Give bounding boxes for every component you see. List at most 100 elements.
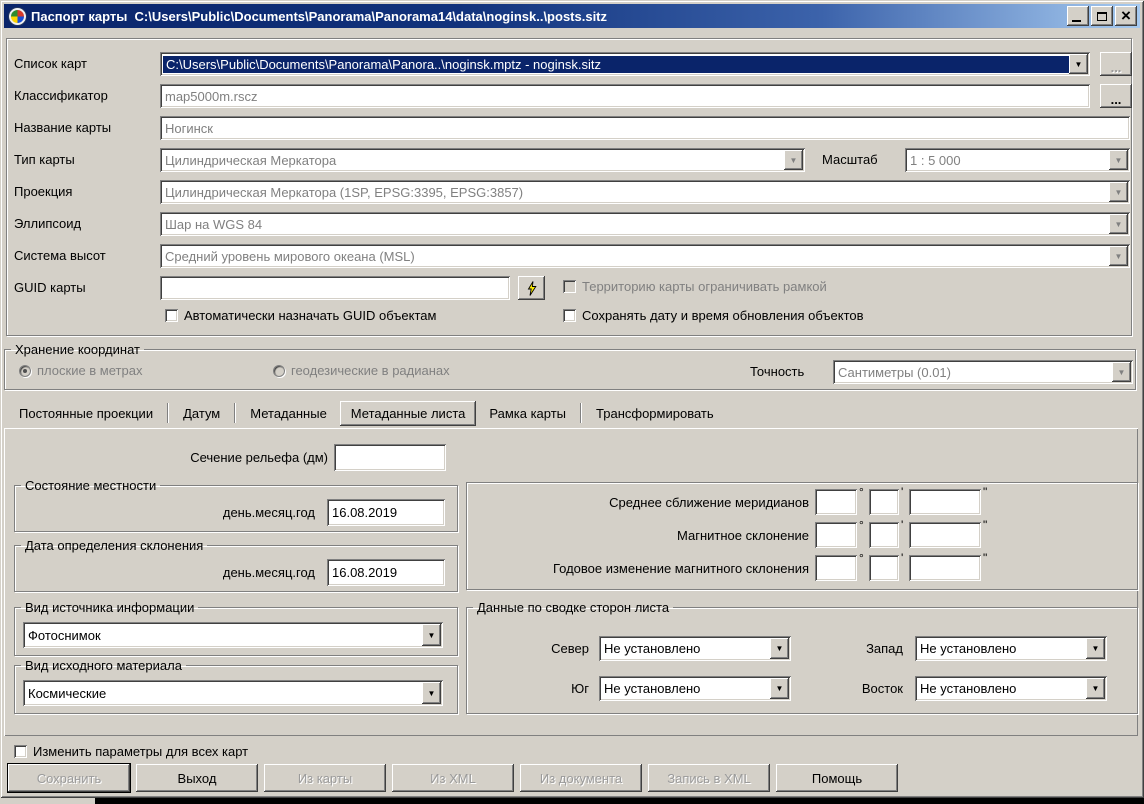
panorama-app-icon — [9, 8, 26, 25]
sec-symbol: " — [983, 485, 987, 499]
edge-north-label: Север — [467, 641, 589, 656]
radio-geodesic-radians-circle — [273, 365, 285, 377]
ellipsoid-dropdown-icon — [1109, 214, 1128, 234]
meridian-convergence-sec-input[interactable] — [909, 489, 981, 515]
edge-east-value: Не установлено — [915, 681, 1107, 696]
edge-west-dropdown-icon[interactable] — [1086, 638, 1105, 659]
auto-guid-checkbox-label: Автоматически назначать GUID объектам — [184, 308, 436, 323]
change-all-maps-checkbox[interactable]: Изменить параметры для всех карт — [14, 744, 248, 759]
classifier-browse-button[interactable] — [1100, 84, 1132, 108]
tab-datum[interactable]: Датум — [170, 402, 233, 425]
annual-declination-change-deg-input[interactable] — [815, 555, 857, 581]
edge-west-value: Не установлено — [915, 641, 1107, 656]
tab-transform[interactable]: Трансформировать — [583, 402, 727, 425]
precision-label: Точность — [750, 364, 804, 379]
ellipsoid-combobox: Шар на WGS 84 — [160, 212, 1130, 236]
source-material-combobox[interactable]: Космические — [23, 680, 443, 706]
radio-flat-meters-label: плоские в метрах — [37, 363, 142, 378]
meridian-convergence-min-input[interactable] — [869, 489, 899, 515]
help-button[interactable]: Помощь — [776, 764, 898, 792]
sec-symbol: " — [983, 551, 987, 565]
source-material-group: Вид исходного материала Космические — [14, 658, 458, 714]
tab-permanent-projections[interactable]: Постоянные проекции — [6, 402, 166, 425]
magnetic-declination-deg-input[interactable] — [815, 522, 857, 548]
edge-south-label: Юг — [467, 681, 589, 696]
deg-symbol: ° — [859, 551, 864, 565]
classifier-value: map5000m.rscz — [160, 89, 1090, 104]
from-xml-button: Из XML — [392, 764, 514, 792]
auto-guid-checkbox-box[interactable] — [165, 309, 178, 322]
maximize-button[interactable] — [1091, 6, 1113, 26]
projection-label: Проекция — [14, 180, 72, 204]
source-material-title: Вид исходного материала — [21, 658, 186, 673]
map-type-dropdown-icon — [784, 150, 803, 170]
height-system-dropdown-icon — [1109, 246, 1128, 266]
coord-storage-title: Хранение координат — [11, 342, 144, 357]
edge-south-dropdown-icon[interactable] — [770, 678, 789, 699]
edge-south-combobox[interactable]: Не установлено — [599, 676, 791, 701]
edge-north-value: Не установлено — [599, 641, 791, 656]
relief-field-wrap — [334, 444, 446, 471]
map-passport-dialog: Паспорт карты C:\Users\Public\Documents\… — [0, 0, 1144, 798]
from-map-button: Из карты — [264, 764, 386, 792]
declination-date-input[interactable] — [327, 559, 445, 586]
terrain-date-input[interactable] — [327, 499, 445, 526]
save-datetime-checkbox[interactable]: Сохранять дату и время обновления объект… — [563, 308, 864, 323]
tab-divider — [167, 403, 169, 423]
sheet-edges-group: Данные по сводке сторон листа Север Не у… — [466, 600, 1138, 714]
magnetic-declination-label: Магнитное склонение — [471, 528, 809, 543]
projection-value: Цилиндрическая Меркатора (1SP, EPSG:3395… — [160, 185, 1130, 200]
tab-sheet-metadata[interactable]: Метаданные листа — [340, 401, 477, 426]
minimize-button[interactable] — [1067, 6, 1089, 26]
deg-symbol: ° — [859, 518, 864, 532]
declination-date-label: день.месяц.год — [15, 565, 315, 580]
auto-guid-checkbox[interactable]: Автоматически назначать GUID объектам — [165, 308, 436, 323]
map-type-label: Тип карты — [14, 148, 75, 172]
edge-north-combobox[interactable]: Не установлено — [599, 636, 791, 661]
magnetic-declination-min-input[interactable] — [869, 522, 899, 548]
map-list-combobox[interactable]: C:\Users\Public\Documents\Panorama\Panor… — [160, 52, 1090, 76]
relief-input[interactable] — [334, 444, 446, 471]
annual-declination-change-min-input[interactable] — [869, 555, 899, 581]
edge-west-combobox[interactable]: Не установлено — [915, 636, 1107, 661]
edge-south-value: Не установлено — [599, 681, 791, 696]
guid-input[interactable] — [160, 276, 510, 300]
tab-divider — [580, 403, 582, 423]
minimize-icon — [1072, 20, 1081, 22]
annual-declination-change-sec-input[interactable] — [909, 555, 981, 581]
meridian-convergence-label: Среднее сближение меридианов — [471, 495, 809, 510]
map-list-dropdown-icon[interactable] — [1069, 54, 1088, 74]
magnetic-angles-group: Среднее сближение меридианов ° ' " Магни… — [466, 482, 1138, 590]
info-source-dropdown-icon[interactable] — [422, 624, 441, 646]
exit-button[interactable]: Выход — [136, 764, 258, 792]
magnetic-declination-sec-input[interactable] — [909, 522, 981, 548]
save-button: Сохранить — [8, 764, 130, 792]
info-source-combobox[interactable]: Фотоснимок — [23, 622, 443, 648]
edge-north-dropdown-icon[interactable] — [770, 638, 789, 659]
info-source-value: Фотоснимок — [23, 628, 443, 643]
radio-flat-meters: плоские в метрах — [19, 363, 142, 378]
tab-map-frame[interactable]: Рамка карты — [476, 402, 579, 425]
precision-dropdown-icon — [1112, 362, 1131, 382]
guid-label: GUID карты — [14, 276, 86, 300]
map-list-value: C:\Users\Public\Documents\Panorama\Panor… — [163, 56, 1087, 73]
change-all-maps-checkbox-box[interactable] — [14, 745, 27, 758]
save-datetime-checkbox-box[interactable] — [563, 309, 576, 322]
edge-east-combobox[interactable]: Не установлено — [915, 676, 1107, 701]
radio-geodesic-radians: геодезические в радианах — [273, 363, 450, 378]
source-material-dropdown-icon[interactable] — [422, 682, 441, 704]
tab-metadata[interactable]: Метаданные — [237, 402, 340, 425]
meridian-convergence-deg-input[interactable] — [815, 489, 857, 515]
titlebar: Паспорт карты C:\Users\Public\Documents\… — [4, 4, 1140, 28]
precision-value: Сантиметры (0.01) — [833, 365, 1133, 380]
map-name-field: Ногинск — [160, 116, 1130, 140]
edge-east-dropdown-icon[interactable] — [1086, 678, 1105, 699]
from-document-button: Из документа — [520, 764, 642, 792]
declination-date-wrap — [327, 559, 445, 586]
close-button[interactable] — [1115, 6, 1137, 26]
tabbar: Постоянные проекции Датум Метаданные Мет… — [6, 398, 727, 428]
generate-guid-button[interactable] — [518, 276, 545, 300]
min-symbol: ' — [901, 551, 903, 565]
ellipsoid-value: Шар на WGS 84 — [160, 217, 1130, 232]
radio-geodesic-radians-label: геодезические в радианах — [291, 363, 450, 378]
